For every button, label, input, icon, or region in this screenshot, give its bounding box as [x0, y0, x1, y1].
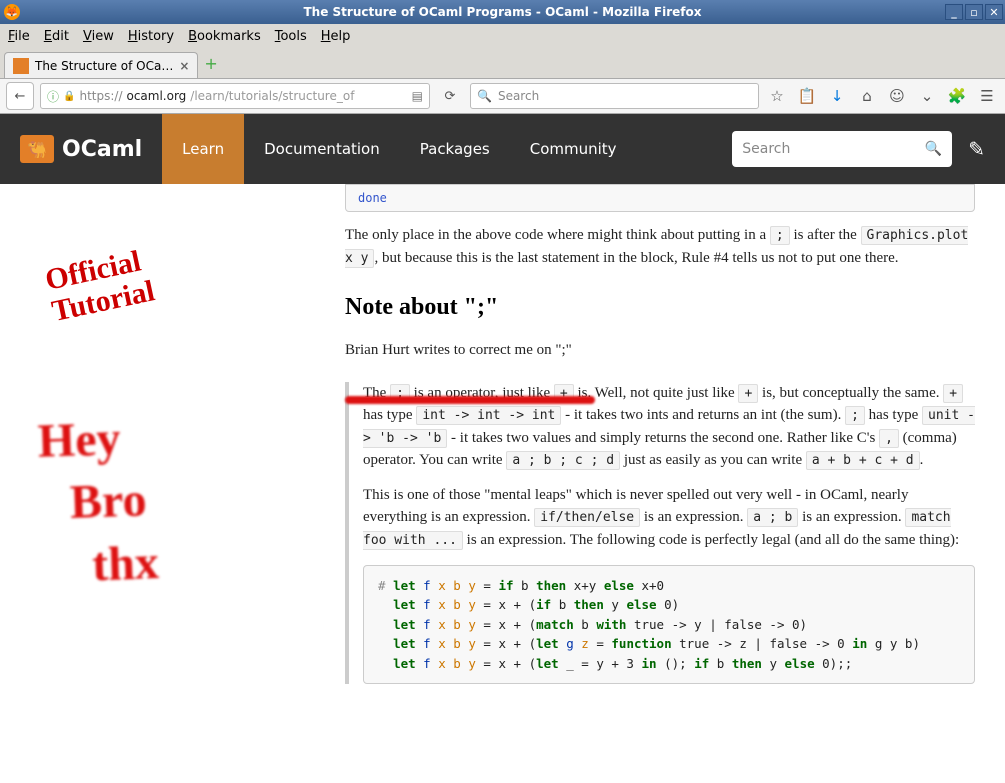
inline-code: ;	[770, 226, 790, 245]
search-placeholder: Search	[498, 89, 539, 103]
tab-title: The Structure of OCa…	[35, 59, 173, 73]
site-header: 🐫 OCaml Learn Documentation Packages Com…	[0, 114, 1005, 184]
blockquote: The ; is an operator, just like + is. We…	[345, 382, 975, 684]
nav-learn[interactable]: Learn	[162, 114, 244, 184]
code-snippet-top: done	[345, 184, 975, 212]
new-tab-button[interactable]: +	[204, 54, 224, 74]
download-icon[interactable]: ↓	[825, 84, 849, 108]
edit-pencil-icon[interactable]: ✎	[968, 137, 985, 161]
info-icon[interactable]: ⓘ	[47, 88, 59, 105]
url-protocol: https://	[79, 89, 122, 103]
save-icon[interactable]: ⌄	[915, 84, 939, 108]
tab-close-button[interactable]: ×	[179, 59, 189, 73]
hey-bro-thx-scribble: Hey Bro thx	[37, 407, 160, 598]
section-heading: Note about ";"	[345, 289, 975, 325]
window-title: The Structure of OCaml Programs - OCaml …	[303, 5, 701, 19]
home-icon[interactable]: ⌂	[855, 84, 879, 108]
menu-file[interactable]: File	[8, 29, 30, 44]
site-logo[interactable]: 🐫 OCaml	[20, 135, 142, 163]
close-button[interactable]: ✕	[985, 4, 1003, 20]
paragraph-1: The only place in the above code where m…	[345, 224, 975, 269]
search-icon: 🔍	[477, 89, 492, 103]
firefox-icon: 🦊	[4, 4, 20, 20]
favicon-icon	[13, 58, 29, 74]
browser-toolbar: ← ⓘ 🔒 https:// ocaml.org/learn/tutorials/…	[0, 78, 1005, 114]
quote-paragraph-2: This is one of those "mental leaps" whic…	[363, 484, 975, 552]
url-domain: ocaml.org	[126, 89, 186, 103]
bookmark-star-icon[interactable]: ☆	[765, 84, 789, 108]
reload-button[interactable]: ⟳	[436, 82, 464, 110]
url-path: /learn/tutorials/structure_of	[190, 89, 354, 103]
code-block: # let f x b y = if b then x+y else x+0 l…	[363, 565, 975, 684]
menu-tools[interactable]: Tools	[275, 29, 307, 44]
official-tutorial-stamp: Official Tutorial	[43, 244, 158, 327]
back-button[interactable]: ←	[6, 82, 34, 110]
hamburger-icon[interactable]: ☰	[975, 84, 999, 108]
lock-icon: 🔒	[63, 91, 75, 102]
camel-icon: 🐫	[20, 135, 54, 163]
menu-help[interactable]: Help	[321, 29, 351, 44]
nav-community[interactable]: Community	[510, 114, 637, 184]
menu-history[interactable]: History	[128, 29, 174, 44]
article-body: done The only place in the above code wh…	[345, 184, 1005, 783]
nav-packages[interactable]: Packages	[400, 114, 510, 184]
search-bar[interactable]: 🔍 Search	[470, 83, 759, 109]
annotation-area: Official Tutorial Hey Bro thx	[0, 184, 345, 783]
maximize-button[interactable]: ▫	[965, 4, 983, 20]
browser-tab[interactable]: The Structure of OCa… ×	[4, 52, 198, 78]
nav-documentation[interactable]: Documentation	[244, 114, 400, 184]
window-titlebar: 🦊 The Structure of OCaml Programs - OCam…	[0, 0, 1005, 24]
menubar: File Edit View History Bookmarks Tools H…	[0, 24, 1005, 48]
tab-bar: The Structure of OCa… × +	[0, 48, 1005, 78]
site-search-input[interactable]: Search 🔍	[732, 131, 952, 167]
page-content: 🐫 OCaml Learn Documentation Packages Com…	[0, 114, 1005, 783]
menu-view[interactable]: View	[83, 29, 114, 44]
logo-text: OCaml	[62, 137, 142, 162]
menu-edit[interactable]: Edit	[44, 29, 69, 44]
site-search-placeholder: Search	[742, 141, 790, 157]
clipboard-icon[interactable]: 📋	[795, 84, 819, 108]
extension-icon[interactable]: 🧩	[945, 84, 969, 108]
pocket-icon[interactable]: ☺	[885, 84, 909, 108]
url-bar[interactable]: ⓘ 🔒 https:// ocaml.org/learn/tutorials/st…	[40, 83, 430, 109]
paragraph-2: Brian Hurt writes to correct me on ";"	[345, 339, 975, 362]
quote-paragraph-1: The ; is an operator, just like + is. We…	[363, 382, 975, 472]
site-search-icon: 🔍	[925, 141, 942, 157]
menu-bookmarks[interactable]: Bookmarks	[188, 29, 261, 44]
red-underline-annotation	[345, 396, 595, 404]
reader-mode-icon[interactable]: ▤	[412, 89, 423, 103]
minimize-button[interactable]: _	[945, 4, 963, 20]
